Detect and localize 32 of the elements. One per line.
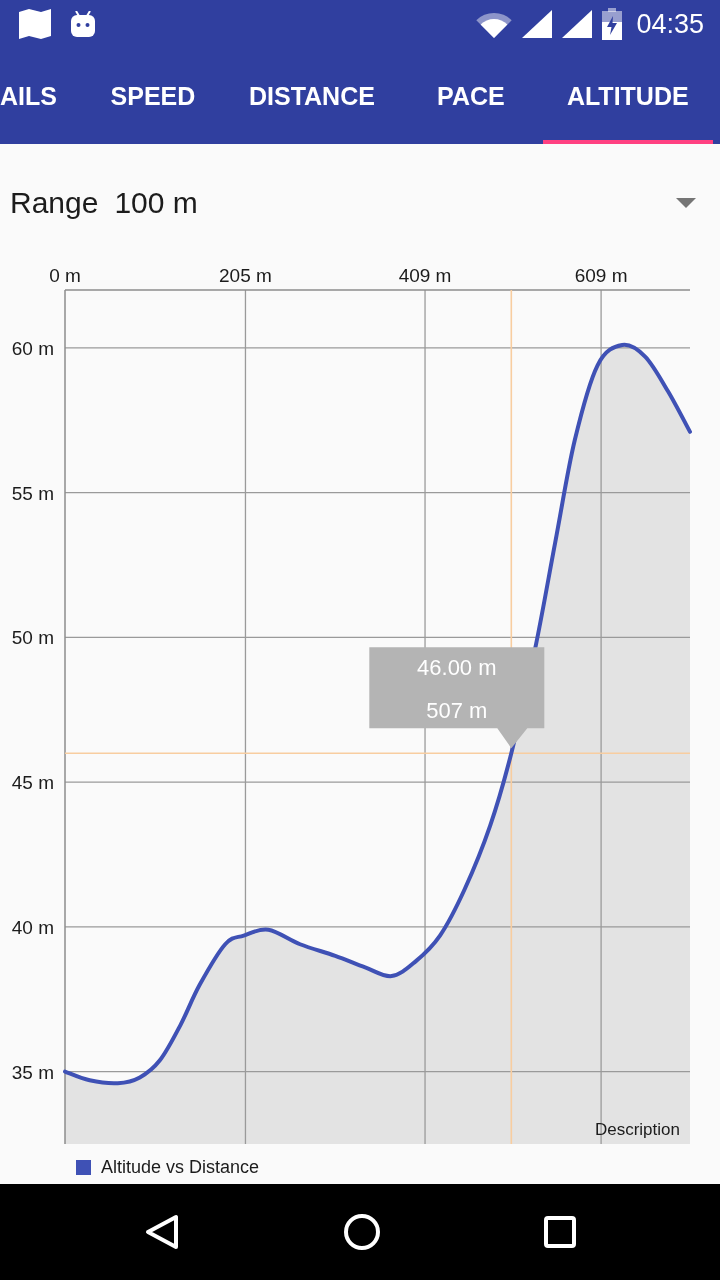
- back-icon[interactable]: [145, 1214, 179, 1250]
- x-axis-label: 205 m: [219, 265, 272, 286]
- tab[interactable]: ALTITUDE: [542, 48, 713, 144]
- y-axis-label: 50 m: [11, 627, 54, 649]
- status-time: 04:35: [636, 8, 704, 40]
- range-label: Range: [10, 185, 99, 221]
- range-dropdown[interactable]: 100 m: [114, 184, 696, 222]
- y-axis-label: 40 m: [11, 916, 54, 938]
- map-icon: [19, 9, 51, 39]
- x-axis-label: 0 m: [49, 265, 81, 286]
- tooltip-text: 46.00 m: [417, 655, 497, 681]
- tab[interactable]: SPEED: [80, 48, 225, 144]
- x-axis-label: 609 m: [574, 265, 628, 286]
- caret-icon: [676, 198, 696, 208]
- wifi-icon: [476, 10, 513, 38]
- signal-icon: [522, 10, 553, 38]
- y-axis-label: 60 m: [11, 337, 54, 359]
- tab[interactable]: PACE: [398, 48, 543, 144]
- y-axis-label: 35 m: [11, 1061, 54, 1083]
- robot-icon: [71, 11, 95, 37]
- y-axis-label: 55 m: [11, 482, 54, 504]
- tab[interactable]: DISTANCE: [224, 48, 399, 144]
- tab[interactable]: AILS: [0, 48, 81, 144]
- x-axis-label: 409 m: [398, 265, 452, 286]
- legend-label: Altitude vs Distance: [101, 1156, 260, 1178]
- chart-description: Description: [594, 1120, 680, 1139]
- y-axis-label: 45 m: [11, 772, 54, 794]
- home-icon[interactable]: [343, 1214, 380, 1250]
- tooltip-text: 507 m: [426, 698, 488, 724]
- battery-icon: [602, 8, 623, 40]
- recents-icon[interactable]: [544, 1216, 576, 1248]
- signal-icon: [562, 10, 593, 38]
